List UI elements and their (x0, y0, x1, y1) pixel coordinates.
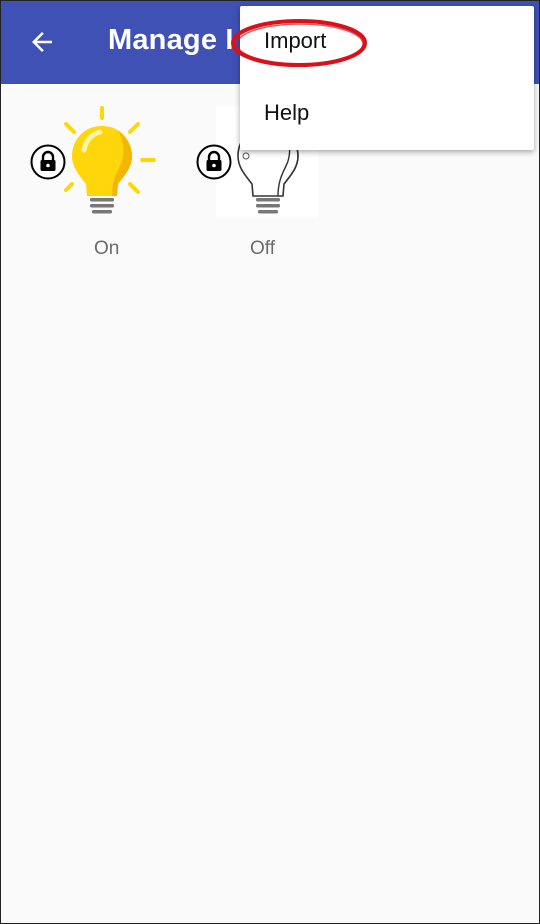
lightbulb-on-icon (64, 106, 156, 214)
menu-item-import[interactable]: Import (240, 6, 534, 78)
menu-item-help[interactable]: Help (240, 78, 534, 150)
overflow-menu: Import Help (240, 6, 534, 150)
tile-icon-area (30, 104, 160, 220)
lock-icon[interactable] (30, 144, 66, 180)
back-button[interactable] (26, 26, 58, 58)
menu-item-label: Import (264, 28, 327, 53)
item-label: On (94, 238, 120, 259)
item-label: Off (250, 238, 275, 259)
page-title: Manage I (108, 24, 234, 56)
item-tile-on[interactable]: On (30, 104, 160, 259)
menu-item-label: Help (264, 100, 310, 125)
lock-icon[interactable] (196, 144, 232, 180)
arrow-left-icon (32, 32, 52, 52)
